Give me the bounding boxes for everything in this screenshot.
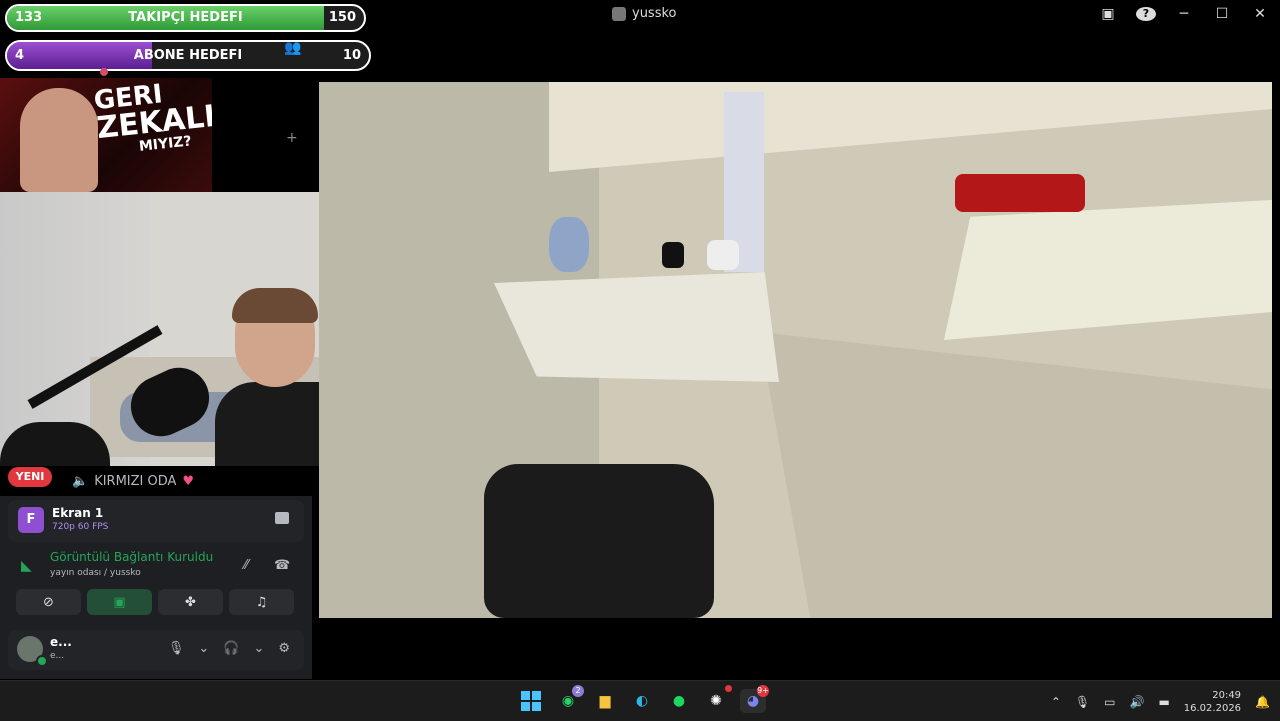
stream-figure-batman bbox=[662, 242, 684, 268]
spotify-icon[interactable]: ● bbox=[666, 689, 692, 713]
discord-badge: 9+ bbox=[757, 685, 769, 697]
channel-dot-icon bbox=[100, 68, 108, 76]
minimize-button[interactable]: ─ bbox=[1174, 6, 1194, 22]
stream-ceiling bbox=[549, 82, 1272, 172]
online-status-icon bbox=[36, 655, 48, 667]
connection-status[interactable]: Görüntülü Bağlantı Kuruldu bbox=[50, 550, 213, 564]
clock[interactable]: 20:49 16.02.2026 bbox=[1184, 689, 1241, 715]
subscriber-goal-target: 10 bbox=[342, 48, 361, 63]
subscriber-goal-title: ABONE HEDEFI bbox=[133, 48, 243, 63]
tray-microphone-icon[interactable]: 🎙 bbox=[1075, 695, 1090, 709]
voice-actions: ⊘ ▣ ✤ ♫ bbox=[16, 589, 294, 615]
whatsapp-icon[interactable]: ◉ 2 bbox=[555, 685, 584, 713]
thumbnail-face bbox=[20, 88, 98, 192]
whatsapp-badge: 2 bbox=[572, 685, 584, 697]
maximize-button[interactable]: ☐ bbox=[1212, 6, 1232, 22]
subscriber-goal-bar: 4 ABONE HEDEFI 10 bbox=[5, 40, 371, 71]
mic-options-chevron-icon[interactable]: ⌄ bbox=[198, 641, 209, 656]
speaker-icon: 🔈 bbox=[72, 474, 89, 489]
screenshare-app-icon: F bbox=[18, 507, 44, 533]
noise-suppression-icon[interactable]: ⁄⁄ bbox=[244, 558, 248, 573]
edge-icon[interactable]: ◐ bbox=[629, 689, 655, 713]
screenshare-title: Ekran 1 bbox=[52, 506, 104, 520]
disconnect-icon[interactable]: ☎ bbox=[274, 558, 290, 573]
volume-icon[interactable]: 🔊 bbox=[1129, 695, 1144, 709]
new-badge[interactable]: YENI bbox=[8, 467, 52, 487]
stream-shelf-right bbox=[944, 200, 1272, 340]
stream-toy-car bbox=[955, 174, 1085, 212]
add-channel-icon[interactable]: + bbox=[286, 130, 298, 146]
windows-start-icon[interactable] bbox=[518, 689, 544, 713]
rtc-connection: ◣ Görüntülü Bağlantı Kuruldu yayın odası… bbox=[16, 550, 306, 582]
chatgpt-icon[interactable]: ✺ bbox=[703, 685, 732, 713]
file-explorer-icon[interactable]: ▆ bbox=[592, 689, 618, 713]
network-icon[interactable]: ▭ bbox=[1104, 695, 1115, 709]
main-stream-view[interactable] bbox=[319, 82, 1272, 618]
close-button[interactable]: ✕ bbox=[1250, 6, 1270, 22]
stream-user-avatar bbox=[612, 6, 626, 21]
soundboard-button[interactable]: ♫ bbox=[229, 589, 294, 615]
discord-icon[interactable]: ◕ 9+ bbox=[740, 685, 769, 713]
popout-icon[interactable]: ▣ bbox=[1098, 6, 1118, 22]
user-name[interactable]: e... bbox=[50, 635, 72, 649]
taskbar: ◉ 2 ▆ ◐ ● ✺ ◕ 9+ ⌃ 🎙 ▭ 🔊 ▬ 20:49 16.02.202… bbox=[0, 680, 1280, 721]
screenshare-card: F Ekran 1 720p 60 FPS bbox=[8, 500, 304, 542]
user-controls: 🎙 ⌄ 🎧 ⌄ ⚙ bbox=[168, 641, 290, 656]
clock-time: 20:49 bbox=[1212, 690, 1242, 701]
screenshare-meta: 720p 60 FPS bbox=[52, 522, 109, 532]
notification-bell-icon[interactable]: 🔔 bbox=[1255, 695, 1270, 709]
camera-toggle-button[interactable]: ⊘ bbox=[16, 589, 81, 615]
signal-icon: ◣ bbox=[21, 558, 32, 574]
stream-username: yussko bbox=[632, 6, 677, 21]
heart-icon: ♥ bbox=[182, 474, 195, 489]
stream-user: yussko bbox=[612, 6, 677, 21]
connection-location[interactable]: yayın odası / yussko bbox=[50, 568, 141, 578]
taskbar-apps: ◉ 2 ▆ ◐ ● ✺ ◕ 9+ bbox=[518, 685, 769, 713]
audio-options-chevron-icon[interactable]: ⌄ bbox=[253, 641, 264, 656]
voice-channel-name: KIRMIZI ODA bbox=[94, 474, 177, 489]
follower-goal-target: 150 bbox=[328, 10, 356, 25]
stream-wall-shadow bbox=[759, 332, 1272, 618]
stream-shelf-left bbox=[494, 272, 779, 382]
headphones-icon[interactable]: 🎧 bbox=[223, 641, 239, 656]
stream-figure-dragon bbox=[549, 217, 589, 272]
streamer-hair bbox=[232, 288, 318, 323]
settings-gear-icon[interactable]: ⚙ bbox=[278, 641, 290, 656]
battery-icon[interactable]: ▬ bbox=[1158, 695, 1169, 709]
stream-speaker bbox=[484, 464, 714, 618]
chatgpt-alert-dot bbox=[725, 685, 732, 692]
stream-figure-cat bbox=[707, 240, 739, 270]
chevron-up-icon[interactable]: ⌃ bbox=[1051, 695, 1061, 709]
help-icon[interactable]: ? bbox=[1136, 7, 1156, 21]
microphone-icon[interactable]: 🎙 bbox=[168, 641, 185, 656]
activities-button[interactable]: ✤ bbox=[158, 589, 223, 615]
voice-channel-item[interactable]: 🔈 KIRMIZI ODA ♥ bbox=[72, 474, 194, 489]
follower-goal-bar: 133 TAKIPÇI HEDEFI 150 bbox=[5, 4, 366, 32]
clock-date: 16.02.2026 bbox=[1183, 703, 1242, 714]
user-panel: e... e... 🎙 ⌄ 🎧 ⌄ ⚙ bbox=[8, 630, 304, 670]
stop-stream-icon[interactable] bbox=[275, 512, 289, 524]
system-tray: ⌃ 🎙 ▭ 🔊 ▬ 20:49 16.02.2026 🔔 bbox=[1051, 689, 1270, 715]
follower-goal-title: TAKIPÇI HEDEFI bbox=[128, 10, 243, 25]
video-thumbnail: GERI ZEKALI MIYIZ? bbox=[0, 78, 212, 192]
thumbnail-text: GERI ZEKALI MIYIZ? bbox=[92, 78, 212, 158]
user-status: e... bbox=[50, 651, 65, 661]
window-controls: ▣ ? ─ ☐ ✕ bbox=[1098, 6, 1270, 22]
screenshare-button[interactable]: ▣ bbox=[87, 589, 152, 615]
